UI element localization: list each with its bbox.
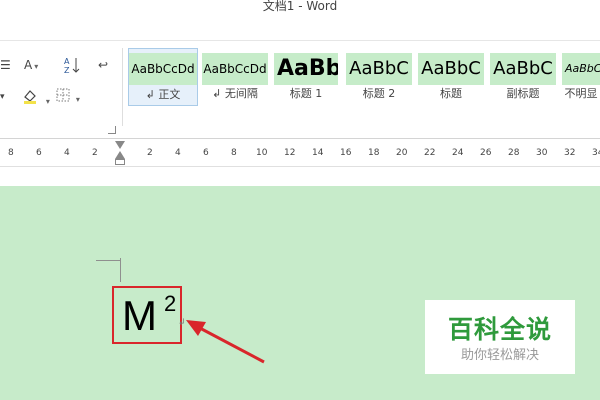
style-normal[interactable]: AaBbCcDd ↲ 正文 — [128, 48, 198, 106]
left-indent-marker[interactable] — [115, 159, 125, 165]
style-subtle-emphasis[interactable]: AaBbC 不明显 — [562, 48, 600, 106]
style-preview: AaBbCcDd — [202, 53, 268, 85]
show-formatting-icon[interactable]: ↩ — [98, 58, 108, 72]
ruler-tick: 4 — [64, 148, 70, 158]
style-preview: AaBbC — [490, 53, 556, 85]
ruler-tick: 30 — [536, 148, 548, 158]
ruler-tick: 22 — [424, 148, 436, 158]
paragraph-mark: ↲ — [178, 318, 186, 328]
ribbon-top-border — [0, 40, 600, 41]
first-line-indent-marker[interactable] — [115, 141, 125, 149]
ruler-tick: 24 — [452, 148, 464, 158]
style-title[interactable]: AaBbC 标题 — [418, 48, 484, 106]
text-effects-icon[interactable]: A ▾ — [24, 58, 38, 74]
style-subtitle[interactable]: AaBbC 副标题 — [490, 48, 556, 106]
watermark-subtitle: 助你轻松解决 — [460, 348, 539, 363]
style-label: 标题 2 — [362, 87, 396, 100]
margin-corner-mark — [120, 258, 121, 282]
hanging-indent-marker[interactable] — [115, 151, 125, 159]
style-label: 标题 1 — [289, 87, 323, 100]
ruler-tick: 10 — [256, 148, 268, 158]
list-icon[interactable]: ☰ — [0, 58, 11, 72]
ruler-tick: 28 — [508, 148, 520, 158]
ruler-tick: 18 — [368, 148, 380, 158]
style-preview: AaBbC — [418, 53, 484, 85]
window-title: 文档1 - Word — [262, 0, 338, 13]
style-heading-1[interactable]: AaBb 标题 1 — [274, 48, 338, 106]
ruler-tick: 2 — [92, 148, 98, 158]
style-preview: AaBb — [274, 53, 338, 85]
ruler-tick: 26 — [480, 148, 492, 158]
highlighted-formula[interactable]: M 2 — [112, 286, 182, 344]
style-preview: AaBbCcDd — [129, 53, 197, 85]
ruler-tick: 20 — [396, 148, 408, 158]
ruler-tick: 8 — [231, 148, 237, 158]
watermark-logo: 百科全说 助你轻松解决 — [425, 300, 575, 374]
style-preview: AaBbC — [346, 53, 412, 85]
style-no-spacing[interactable]: AaBbCcDd ↲ 无间隔 — [202, 48, 268, 106]
ruler-tick: 4 — [175, 148, 181, 158]
dialog-launcher-icon[interactable] — [108, 126, 116, 134]
borders-icon[interactable]: ▾ — [56, 88, 80, 107]
style-label: 不明显 — [564, 87, 598, 100]
formula-superscript: 2 — [164, 291, 177, 316]
ruler-tick: 34 — [592, 148, 600, 158]
ruler-separator — [0, 166, 600, 167]
ribbon-bottom-border — [0, 138, 600, 139]
style-label: 副标题 — [506, 87, 540, 100]
styles-gallery: AaBbCcDd ↲ 正文 AaBbCcDd ↲ 无间隔 AaBb 标题 1 A… — [126, 48, 600, 108]
ruler-tick: 8 — [8, 148, 14, 158]
style-label: 标题 — [440, 87, 462, 100]
margin-corner-mark — [96, 260, 120, 261]
svg-text:Z: Z — [64, 66, 70, 74]
sort-icon[interactable]: A Z — [64, 56, 80, 77]
style-preview: AaBbC — [562, 53, 600, 85]
shading-icon[interactable]: ▾ — [22, 88, 50, 109]
watermark-title: 百科全说 — [447, 315, 552, 344]
ruler-tick: 16 — [340, 148, 352, 158]
ruler-tick: 32 — [564, 148, 576, 158]
ruler-tick: 14 — [312, 148, 324, 158]
paragraph-tools: ☰ A ▾ A Z ↩ ▾ ▾ ▾ — [0, 48, 120, 118]
group-separator — [122, 48, 123, 126]
title-bar: 文档1 - Word — [0, 0, 600, 14]
style-label: ↲ 无间隔 — [212, 87, 258, 100]
ruler-tick: 6 — [36, 148, 42, 158]
style-heading-2[interactable]: AaBbC 标题 2 — [346, 48, 412, 106]
formula-base: M — [122, 292, 157, 339]
ruler-tick: 2 — [147, 148, 153, 158]
ruler-tick: 6 — [203, 148, 209, 158]
ruler-tick: 12 — [284, 148, 296, 158]
caret-down-icon[interactable]: ▾ — [0, 90, 5, 104]
style-label: ↲ 正文 — [145, 88, 181, 101]
svg-text:A: A — [64, 57, 70, 66]
